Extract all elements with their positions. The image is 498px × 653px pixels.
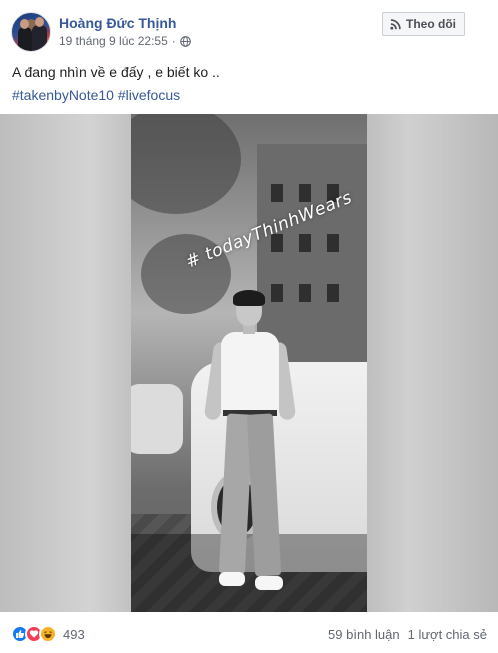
engagement-stats: 59 bình luận 1 lượt chia sẻ (328, 627, 487, 642)
post-hashtags: #takenbyNote10 #livefocus (12, 87, 180, 103)
comment-count[interactable]: 59 bình luận (328, 627, 400, 642)
post-photo[interactable]: # todayThinhWears (0, 114, 498, 612)
hashtag-link[interactable]: #takenbyNote10 (12, 87, 114, 103)
post-footer: 493 59 bình luận 1 lượt chia sẻ (11, 624, 487, 644)
share-count[interactable]: 1 lượt chia sẻ (408, 627, 487, 642)
globe-icon[interactable] (179, 35, 191, 47)
post-meta: 19 tháng 9 lúc 22:55 · (59, 34, 191, 48)
meta-separator: · (171, 34, 176, 48)
post-message: A đang nhìn về e đấy , e biết ko .. (12, 64, 220, 80)
facebook-post: Hoàng Đức Thịnh 19 tháng 9 lúc 22:55 · T… (0, 0, 498, 653)
avatar[interactable] (11, 12, 51, 52)
post-timestamp[interactable]: 19 tháng 9 lúc 22:55 (59, 34, 168, 48)
follow-button[interactable]: Theo dõi (382, 12, 465, 36)
photo-image[interactable]: # todayThinhWears (131, 114, 367, 612)
post-header: Hoàng Đức Thịnh 19 tháng 9 lúc 22:55 · T… (11, 12, 487, 52)
haha-icon[interactable] (39, 625, 57, 643)
reaction-count[interactable]: 493 (63, 627, 85, 642)
author-name[interactable]: Hoàng Đức Thịnh (59, 15, 176, 31)
person-figure (203, 290, 297, 612)
reactions[interactable] (11, 625, 57, 643)
rss-icon (390, 18, 401, 30)
follow-label: Theo dõi (406, 17, 456, 31)
hashtag-link[interactable]: #livefocus (118, 87, 180, 103)
